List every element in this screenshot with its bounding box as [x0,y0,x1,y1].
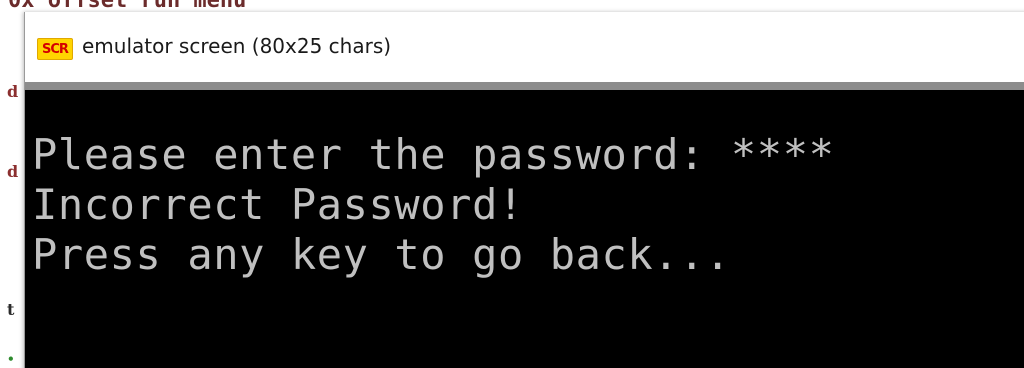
console-line-continue-prompt: Press any key to go back... [32,230,731,279]
app-icon: SCR [37,38,73,60]
background-gutter-char: d [7,82,19,101]
console-line-password-prompt: Please enter the password: **** [32,130,835,179]
console-line-error: Incorrect Password! [32,180,524,229]
window-titlebar[interactable]: SCR emulator screen (80x25 chars) [25,12,1024,83]
background-gutter-char: d [7,162,19,181]
background-gutter-char: t [7,300,15,319]
titlebar-divider [25,82,1024,90]
window-title: emulator screen (80x25 chars) [82,34,392,58]
background-gutter-mark: • [7,352,15,366]
console-screen[interactable]: Please enter the password: **** Incorrec… [25,90,1024,368]
desktop: 0x offset run menu d d t • SCR emulator … [0,0,1024,368]
emulator-window: SCR emulator screen (80x25 chars) Please… [24,12,1024,368]
